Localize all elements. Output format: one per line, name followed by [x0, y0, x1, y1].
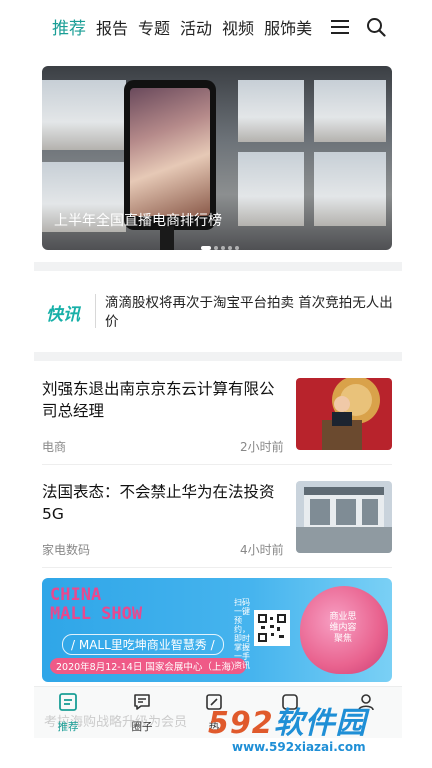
ad-brain-graphic: 商业思维内容聚焦	[300, 586, 388, 674]
top-navigation: 推荐 报告 专题 活动 视频 服饰美	[0, 0, 432, 56]
flash-divider	[95, 294, 96, 328]
news-divider	[42, 464, 392, 465]
ad-date: 2020年8月12-14日 国家会展中心（上海）	[50, 658, 247, 674]
carousel-dots	[201, 237, 242, 250]
news-time: 4小时前	[240, 543, 284, 557]
ad-scan-text: 扫码一键预约，即时掌握一手资讯	[234, 598, 250, 670]
news-category: 家电数码	[42, 543, 91, 557]
tab-videos[interactable]: 视频	[222, 16, 254, 42]
flash-news[interactable]: 快讯 滴滴股权将再次于淘宝平台拍卖 首次竞拍无人出价	[34, 282, 402, 342]
carousel-dot-active	[201, 245, 211, 250]
news-title: 法国表态：不会禁止华为在法投资5G	[42, 483, 275, 523]
flash-tag: 快讯	[46, 305, 80, 325]
watermark-number: 592	[208, 706, 274, 741]
news-category: 电商	[42, 440, 67, 454]
tab-fashion[interactable]: 服饰美	[264, 16, 312, 42]
carousel-dot	[221, 245, 225, 250]
tab-reports[interactable]: 报告	[96, 16, 128, 42]
tab-bar-recommend[interactable]: 推荐	[48, 689, 88, 737]
news-thumbnail	[296, 378, 392, 450]
banner-caption: 上半年全国直播电商排行榜	[54, 213, 222, 229]
ad-slogan: / MALL里吃坤商业智慧秀 /	[62, 634, 224, 655]
ad-logo-line2: MALL SHOW	[50, 604, 143, 624]
news-item[interactable]: 法国表态：不会禁止华为在法投资5G 家电数码 4小时前	[42, 481, 392, 557]
hamburger-menu-icon[interactable]	[331, 18, 349, 36]
ad-logo: CHINA MALL SHOW	[50, 586, 142, 624]
watermark-url: www.592xiazai.com	[232, 740, 366, 754]
news-item[interactable]: 刘强东退出南京京东云计算有限公司总经理 电商 2小时前	[42, 378, 392, 454]
news-thumbnail	[296, 481, 392, 553]
tab-bar-label: 圈子	[131, 721, 153, 733]
carousel-dot	[228, 245, 232, 250]
tab-recommend[interactable]: 推荐	[52, 16, 86, 42]
ad-brain-text: 商业思维内容聚焦	[329, 612, 357, 644]
carousel-dot	[214, 245, 218, 250]
watermark-logo: 592软件园	[208, 698, 367, 742]
tab-events[interactable]: 活动	[180, 16, 212, 42]
ad-logo-line1: CHINA	[50, 585, 102, 605]
advertisement-banner[interactable]: CHINA MALL SHOW / MALL里吃坤商业智慧秀 / 2020年8月…	[42, 578, 392, 682]
watermark: 592软件园 www.592xiazai.com	[208, 698, 426, 762]
flash-text: 滴滴股权将再次于淘宝平台拍卖 首次竞拍无人出价	[105, 295, 393, 330]
section-separator	[34, 352, 402, 361]
news-time: 2小时前	[240, 440, 284, 454]
carousel-dot	[235, 245, 239, 250]
document-icon	[59, 693, 77, 711]
tab-topics[interactable]: 专题	[138, 16, 170, 42]
search-icon[interactable]	[366, 17, 386, 37]
tab-bar-label: 推荐	[57, 721, 79, 733]
tab-bar-circle[interactable]: 圈子	[122, 689, 162, 737]
banner-carousel[interactable]: 上半年全国直播电商排行榜	[42, 66, 392, 250]
watermark-text: 软件园	[273, 706, 367, 741]
news-divider	[42, 567, 392, 568]
phone-image	[124, 80, 216, 230]
qr-code-icon	[254, 610, 290, 646]
section-separator	[34, 262, 402, 271]
news-title: 刘强东退出南京京东云计算有限公司总经理	[42, 380, 275, 420]
chat-bubble-icon	[134, 694, 150, 710]
channel-tabs: 推荐 报告 专题 活动 视频 服饰美	[52, 16, 318, 42]
